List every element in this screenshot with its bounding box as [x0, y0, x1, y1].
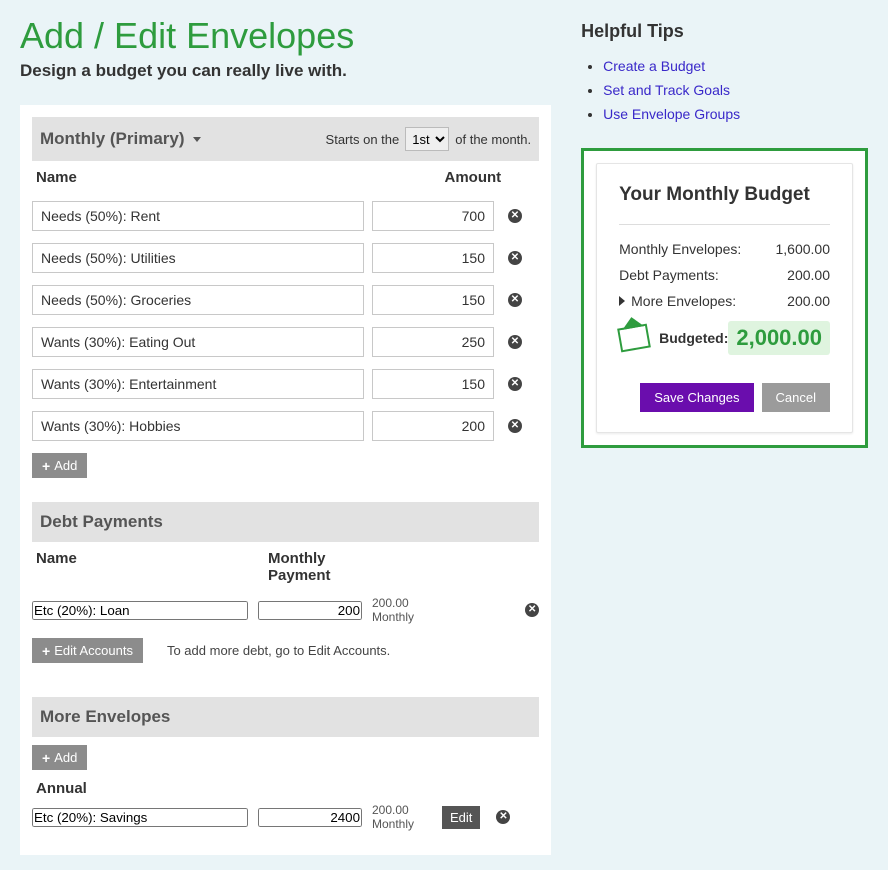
remove-icon[interactable]: ✕ — [508, 293, 522, 307]
envelope-amount-input[interactable] — [372, 243, 494, 273]
more-row: 200.00 Monthly Edit ✕ — [32, 803, 539, 831]
plus-icon: + — [42, 644, 50, 658]
envelope-name-input[interactable] — [32, 243, 364, 273]
remove-icon[interactable]: ✕ — [508, 335, 522, 349]
debt-name-header: Name — [36, 550, 268, 584]
caret-right-icon — [619, 296, 625, 306]
budget-title: Your Monthly Budget — [619, 184, 830, 206]
envelope-row: ✕ — [32, 285, 539, 315]
plus-icon: + — [42, 459, 50, 473]
house-icon — [617, 324, 651, 353]
envelope-amount-input[interactable] — [372, 327, 494, 357]
debt-header: Debt Payments — [32, 502, 539, 542]
starts-on-prefix: Starts on the — [326, 132, 400, 147]
cancel-button[interactable]: Cancel — [762, 383, 830, 412]
start-day-select[interactable]: 1st — [405, 127, 449, 151]
debt-calc-text: 200.00 Monthly — [372, 596, 432, 624]
remove-icon[interactable]: ✕ — [508, 419, 522, 433]
monthly-label[interactable]: Monthly (Primary) — [40, 129, 185, 149]
add-envelope-button[interactable]: + Add — [32, 453, 87, 478]
budgeted-value: 2,000.00 — [728, 321, 830, 355]
edit-accounts-button[interactable]: + Edit Accounts — [32, 638, 143, 663]
remove-icon[interactable]: ✕ — [508, 377, 522, 391]
envelope-name-input[interactable] — [32, 327, 364, 357]
budget-outline: Your Monthly Budget Monthly Envelopes: 1… — [581, 148, 868, 448]
more-envelopes-expand[interactable]: More Envelopes: — [619, 293, 736, 309]
more-calc-text: 200.00 Monthly — [372, 803, 432, 831]
remove-icon[interactable]: ✕ — [496, 810, 510, 824]
more-header: More Envelopes — [32, 697, 539, 737]
envelope-name-input[interactable] — [32, 201, 364, 231]
envelope-name-input[interactable] — [32, 369, 364, 399]
envelope-row: ✕ — [32, 411, 539, 441]
monthly-header: Monthly (Primary) Starts on the 1st of t… — [32, 117, 539, 161]
more-amount-input[interactable] — [258, 808, 362, 827]
edit-button[interactable]: Edit — [442, 806, 480, 829]
plus-icon: + — [42, 751, 50, 765]
envelope-name-input[interactable] — [32, 411, 364, 441]
budget-row-label: Monthly Envelopes: — [619, 241, 741, 257]
envelope-amount-input[interactable] — [372, 201, 494, 231]
page-title: Add / Edit Envelopes — [20, 15, 551, 57]
annual-header: Annual — [32, 770, 539, 803]
debt-row: 200.00 Monthly ✕ — [32, 596, 539, 624]
envelope-amount-input[interactable] — [372, 285, 494, 315]
debt-amount-input[interactable] — [258, 601, 362, 620]
helpful-tips-header: Helpful Tips — [581, 21, 868, 42]
page-subtitle: Design a budget you can really live with… — [20, 61, 551, 81]
caret-down-icon[interactable] — [193, 137, 201, 142]
envelope-row: ✕ — [32, 201, 539, 231]
remove-icon[interactable]: ✕ — [508, 251, 522, 265]
col-amount-header: Amount — [376, 169, 531, 186]
starts-on-suffix: of the month. — [455, 132, 531, 147]
budget-row-value: 200.00 — [787, 293, 830, 309]
debt-name-input[interactable] — [32, 601, 248, 620]
envelope-row: ✕ — [32, 327, 539, 357]
envelope-amount-input[interactable] — [372, 369, 494, 399]
envelope-name-input[interactable] — [32, 285, 364, 315]
debt-header-label: Debt Payments — [40, 512, 163, 532]
more-name-input[interactable] — [32, 808, 248, 827]
remove-icon[interactable]: ✕ — [508, 209, 522, 223]
tip-link[interactable]: Create a Budget — [603, 58, 705, 74]
col-name-header: Name — [36, 169, 376, 186]
debt-payment-header: Monthly Payment — [268, 550, 376, 584]
add-more-button[interactable]: + Add — [32, 745, 87, 770]
envelope-amount-input[interactable] — [372, 411, 494, 441]
save-button[interactable]: Save Changes — [640, 383, 753, 412]
budget-row-label: Debt Payments: — [619, 267, 719, 283]
more-header-label: More Envelopes — [40, 707, 170, 727]
tip-link[interactable]: Set and Track Goals — [603, 82, 730, 98]
remove-icon[interactable]: ✕ — [525, 603, 539, 617]
budget-row-label: More Envelopes: — [631, 293, 736, 309]
debt-tip-text: To add more debt, go to Edit Accounts. — [167, 643, 390, 658]
tip-link[interactable]: Use Envelope Groups — [603, 106, 740, 122]
envelope-row: ✕ — [32, 369, 539, 399]
envelope-row: ✕ — [32, 243, 539, 273]
budget-row-value: 200.00 — [787, 267, 830, 283]
budgeted-label: Budgeted: — [659, 330, 728, 346]
budget-row-value: 1,600.00 — [776, 241, 831, 257]
